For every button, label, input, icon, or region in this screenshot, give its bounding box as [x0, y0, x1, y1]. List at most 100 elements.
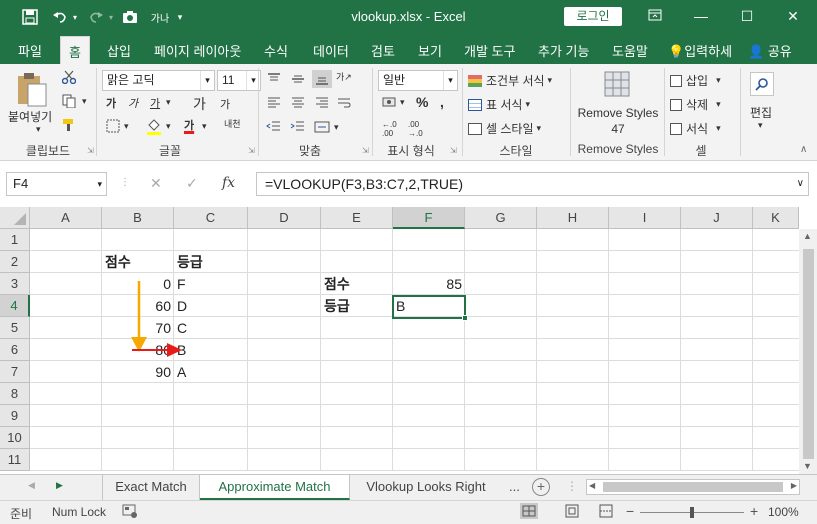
search-icon[interactable]: [750, 72, 774, 96]
shrink-font-button[interactable]: 가: [220, 96, 230, 112]
grow-font-button[interactable]: 가: [193, 94, 206, 114]
login-button[interactable]: 로그인: [564, 7, 622, 26]
row-header-11[interactable]: 11: [0, 449, 30, 471]
accounting-dropdown-icon[interactable]: ▾: [400, 97, 405, 108]
row-header-9[interactable]: 9: [0, 405, 30, 427]
hscroll-thumb[interactable]: [603, 482, 783, 492]
cell-c2[interactable]: 등급: [174, 251, 248, 273]
copy-icon[interactable]: [62, 94, 76, 108]
conditional-format-button[interactable]: 조건부 서식 ▾: [468, 72, 552, 89]
row-header-7[interactable]: 7: [0, 361, 30, 383]
sheet-tab-vlookup-looks-right[interactable]: Vlookup Looks Right: [350, 475, 502, 500]
scroll-down-icon[interactable]: ▼: [803, 461, 812, 471]
comma-button[interactable]: ,: [440, 94, 444, 110]
paste-button[interactable]: 붙여넣기: [8, 108, 52, 125]
tab-review[interactable]: 검토: [371, 41, 395, 60]
align-bottom-icon[interactable]: [312, 70, 332, 88]
orientation-icon[interactable]: 가↗: [336, 70, 352, 83]
cell-c7[interactable]: A: [174, 361, 248, 383]
chevron-down-icon[interactable]: ▾: [443, 71, 457, 90]
row-header-3[interactable]: 3: [0, 273, 30, 295]
phonetic-button[interactable]: 내천: [224, 117, 241, 130]
cell-c5[interactable]: C: [174, 317, 248, 339]
editing-dropdown-icon[interactable]: ▾: [758, 120, 763, 131]
worksheet-grid[interactable]: ABCDEFGHIJK 1 2 3 4 5 6 7 8 9 10 11 점수 등급 0 F 60 D 70 C 80…: [0, 207, 817, 474]
enter-icon[interactable]: ✓: [186, 175, 198, 192]
name-box[interactable]: F4 ▾: [6, 172, 107, 196]
underline-button[interactable]: 가: [150, 95, 160, 111]
scroll-up-icon[interactable]: ▲: [803, 231, 812, 241]
tell-me-search[interactable]: 💡입력하세: [668, 41, 732, 60]
tab-data[interactable]: 데이터: [313, 41, 349, 60]
align-top-icon[interactable]: [266, 72, 282, 86]
align-right-icon[interactable]: [314, 96, 330, 110]
column-header-a[interactable]: A: [30, 207, 102, 229]
font-color-dropdown-icon[interactable]: ▾: [202, 121, 207, 132]
number-format-combo[interactable]: 일반 ▾: [378, 70, 458, 91]
cell-e4[interactable]: 등급: [321, 295, 393, 317]
column-header-j[interactable]: J: [681, 207, 753, 229]
cell-b7[interactable]: 90: [102, 361, 174, 383]
expand-formula-icon[interactable]: ∨: [797, 173, 804, 195]
remove-styles-icon[interactable]: [603, 70, 631, 103]
tab-developer[interactable]: 개발 도구: [464, 41, 515, 60]
sheet-tab-exact-match[interactable]: Exact Match: [102, 475, 200, 500]
column-header-b[interactable]: B: [102, 207, 174, 229]
merge-center-icon[interactable]: [314, 120, 330, 134]
row-header-5[interactable]: 5: [0, 317, 30, 339]
row-header-2[interactable]: 2: [0, 251, 30, 273]
paste-dropdown-icon[interactable]: ▾: [36, 124, 41, 135]
collapse-ribbon-icon[interactable]: ∧: [800, 144, 807, 155]
cancel-icon[interactable]: ✕: [150, 175, 162, 192]
row-header-10[interactable]: 10: [0, 427, 30, 449]
zoom-out-button[interactable]: −: [626, 503, 634, 519]
insert-function-icon[interactable]: fx: [222, 175, 235, 191]
row-header-6[interactable]: 6: [0, 339, 30, 361]
more-sheets-button[interactable]: ...: [509, 479, 520, 494]
tab-file[interactable]: 파일: [18, 41, 42, 60]
cell-b5[interactable]: 70: [102, 317, 174, 339]
number-launcher-icon[interactable]: ⇲: [450, 146, 457, 155]
insert-cells-button[interactable]: 삽입 ▾: [670, 72, 721, 89]
tab-formulas[interactable]: 수식: [264, 41, 288, 60]
zoom-slider-thumb[interactable]: [690, 507, 694, 518]
format-cells-button[interactable]: 서식 ▾: [670, 120, 721, 137]
percent-button[interactable]: %: [416, 94, 428, 110]
tab-home[interactable]: 홈: [60, 36, 90, 64]
decrease-decimal-icon[interactable]: .00 →.0: [408, 120, 423, 138]
border-dropdown-icon[interactable]: ▾: [124, 121, 129, 132]
horizontal-scrollbar[interactable]: ◀ ▶: [586, 479, 800, 495]
alignment-launcher-icon[interactable]: ⇲: [362, 146, 369, 155]
page-layout-view-icon[interactable]: [564, 503, 580, 522]
bold-button[interactable]: 가: [106, 95, 116, 111]
sheet-tab-approximate-match[interactable]: Approximate Match: [200, 475, 350, 500]
row-header-8[interactable]: 8: [0, 383, 30, 405]
minimize-button[interactable]: —: [686, 5, 716, 27]
cut-icon[interactable]: [62, 70, 76, 84]
cell-c4[interactable]: D: [174, 295, 248, 317]
cell-c3[interactable]: F: [174, 273, 248, 295]
cell-b3[interactable]: 0: [102, 273, 174, 295]
column-header-g[interactable]: G: [465, 207, 537, 229]
cell-c6[interactable]: B: [174, 339, 248, 361]
zoom-in-button[interactable]: +: [750, 503, 758, 519]
delete-cells-button[interactable]: 삭제 ▾: [670, 96, 721, 113]
row-header-4[interactable]: 4: [0, 295, 30, 317]
chevron-down-icon[interactable]: ▾: [97, 173, 102, 195]
font-size-combo[interactable]: 11 ▾: [217, 70, 261, 91]
column-header-k[interactable]: K: [753, 207, 799, 229]
tab-help[interactable]: 도움말: [612, 41, 648, 60]
border-icon[interactable]: [106, 119, 120, 133]
font-launcher-icon[interactable]: ⇲: [248, 146, 255, 155]
cell-e3[interactable]: 점수: [321, 273, 393, 295]
merge-dropdown-icon[interactable]: ▾: [334, 122, 339, 133]
ribbon-display-icon[interactable]: [640, 5, 670, 27]
macro-record-icon[interactable]: [122, 503, 138, 522]
column-header-e[interactable]: E: [321, 207, 393, 229]
decrease-indent-icon[interactable]: [266, 120, 282, 134]
tab-view[interactable]: 보기: [418, 41, 442, 60]
row-header-1[interactable]: 1: [0, 229, 30, 251]
column-header-f[interactable]: F: [393, 207, 465, 229]
close-button[interactable]: ✕: [778, 5, 808, 27]
cell-b6[interactable]: 80: [102, 339, 174, 361]
